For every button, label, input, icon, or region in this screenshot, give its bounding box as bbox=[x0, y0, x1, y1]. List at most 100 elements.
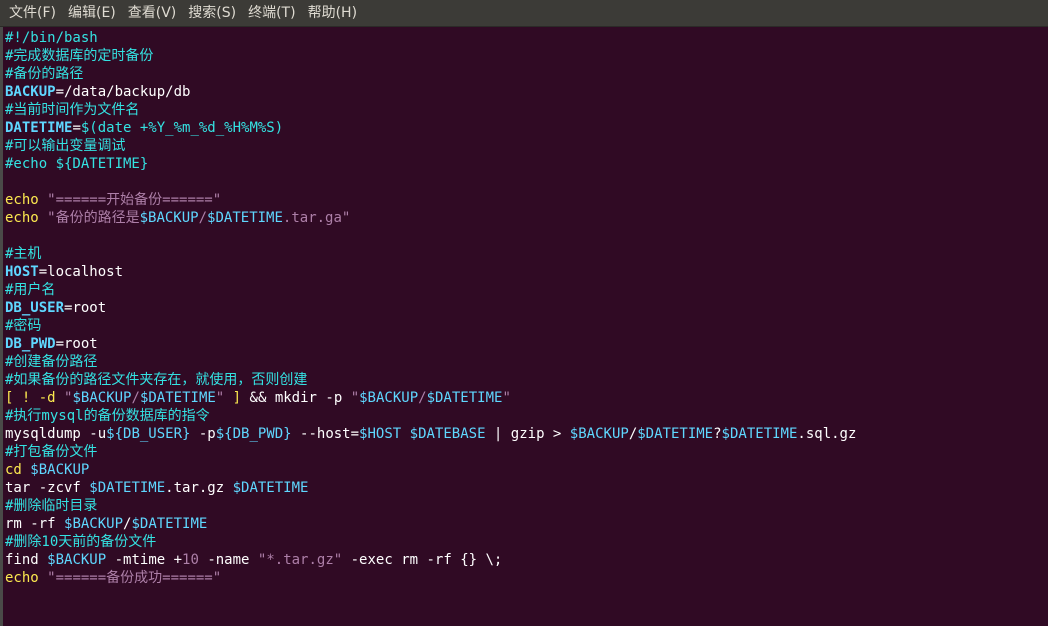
code-token: --host= bbox=[291, 426, 360, 442]
menu-help[interactable]: 帮助(H) bbox=[302, 0, 363, 27]
code-token: / bbox=[628, 426, 638, 442]
code-token: " bbox=[350, 390, 360, 406]
code-token: #如果备份的路径文件夹存在，就使用，否则创建 bbox=[5, 372, 308, 388]
code-token: #echo ${DATETIME} bbox=[5, 156, 149, 172]
code-token: #打包备份文件 bbox=[5, 444, 98, 460]
code-token: #密码 bbox=[5, 318, 42, 334]
code-token: DB_USER bbox=[5, 300, 65, 316]
code-line: find $BACKUP -mtime +10 -name "*.tar.gz"… bbox=[5, 551, 1048, 569]
menu-edit[interactable]: 编辑(E) bbox=[62, 0, 122, 27]
code-token: $BACKUP bbox=[47, 552, 107, 568]
code-token: #完成数据库的定时备份 bbox=[5, 48, 154, 64]
code-line: #可以输出变量调试 bbox=[5, 137, 1048, 155]
code-token: $BACKUP bbox=[64, 516, 124, 532]
code-token: / bbox=[198, 210, 208, 226]
code-line: #打包备份文件 bbox=[5, 443, 1048, 461]
code-token: $DATETIME bbox=[721, 426, 798, 442]
code-line: #echo ${DATETIME} bbox=[5, 155, 1048, 173]
code-line: DB_PWD=root bbox=[5, 335, 1048, 353]
code-line: #用户名 bbox=[5, 281, 1048, 299]
code-token: = bbox=[72, 120, 81, 136]
code-token: $HOST bbox=[359, 426, 402, 442]
menu-view[interactable]: 查看(V) bbox=[122, 0, 183, 27]
script-text[interactable]: #!/bin/bash #完成数据库的定时备份 #备份的路径 BACKUP=/data… bbox=[5, 29, 1048, 587]
code-line: #如果备份的路径文件夹存在，就使用，否则创建 bbox=[5, 371, 1048, 389]
code-token: DATETIME bbox=[5, 120, 73, 136]
code-token: =root bbox=[64, 300, 107, 316]
code-token: $DATETIME bbox=[89, 480, 166, 496]
code-line: #!/bin/bash bbox=[5, 29, 1048, 47]
code-line: echo "备份的路径是$BACKUP/$DATETIME.tar.ga" bbox=[5, 209, 1048, 227]
code-line: #密码 bbox=[5, 317, 1048, 335]
code-token: #用户名 bbox=[5, 282, 56, 298]
code-token: #删除临时目录 bbox=[5, 498, 98, 514]
code-line: #执行mysql的备份数据库的指令 bbox=[5, 407, 1048, 425]
code-token: -d bbox=[38, 390, 56, 406]
code-line: #完成数据库的定时备份 bbox=[5, 47, 1048, 65]
code-token: cd bbox=[5, 462, 22, 478]
menu-terminal[interactable]: 终端(T) bbox=[242, 0, 301, 27]
code-token: $BACKUP bbox=[30, 462, 90, 478]
code-line: HOST=localhost bbox=[5, 263, 1048, 281]
code-token: #备份的路径 bbox=[5, 66, 84, 82]
code-line: echo "======开始备份======" bbox=[5, 191, 1048, 209]
code-line: DB_USER=root bbox=[5, 299, 1048, 317]
code-token: / bbox=[418, 390, 427, 406]
code-token: mysqldump -u bbox=[5, 426, 107, 442]
code-token: $DATETIME bbox=[426, 390, 503, 406]
code-token: $DATETIME bbox=[131, 516, 208, 532]
code-token: $BACKUP bbox=[139, 210, 199, 226]
code-token: DB_PWD bbox=[5, 336, 56, 352]
code-token: " bbox=[502, 390, 511, 406]
terminal-view[interactable]: #!/bin/bash #完成数据库的定时备份 #备份的路径 BACKUP=/data… bbox=[0, 27, 1048, 626]
code-token: .tar.gz bbox=[165, 480, 233, 496]
code-token: && mkdir -p bbox=[241, 390, 351, 406]
menu-file[interactable]: 文件(F) bbox=[0, 0, 62, 27]
code-token: .sql.gz bbox=[797, 426, 857, 442]
code-line: #创建备份路径 bbox=[5, 353, 1048, 371]
code-token: "*.tar.gz" bbox=[257, 552, 343, 568]
code-line: rm -rf $BACKUP/$DATETIME bbox=[5, 515, 1048, 533]
code-token: echo bbox=[5, 192, 39, 208]
code-token: .tar.ga" bbox=[282, 210, 351, 226]
code-token: #创建备份路径 bbox=[5, 354, 98, 370]
code-line: #删除临时目录 bbox=[5, 497, 1048, 515]
code-token: -exec rm -rf {} \; bbox=[342, 552, 503, 568]
code-line: #主机 bbox=[5, 245, 1048, 263]
code-token: ] bbox=[232, 390, 242, 406]
code-token: | gzip > bbox=[485, 426, 570, 442]
menu-search[interactable]: 搜索(S) bbox=[182, 0, 242, 27]
code-token: "======开始备份======" bbox=[47, 192, 222, 208]
code-token: $(date +%Y_%m_%d_%H%M%S) bbox=[80, 120, 284, 136]
code-token: tar -zcvf bbox=[5, 480, 90, 496]
code-line: [ ! -d "$BACKUP/$DATETIME" ] && mkdir -p… bbox=[5, 389, 1048, 407]
code-line: DATETIME=$(date +%Y_%m_%d_%H%M%S) bbox=[5, 119, 1048, 137]
code-token: $BACKUP bbox=[359, 390, 419, 406]
code-token: $DATETIME bbox=[139, 390, 216, 406]
code-token: #删除10天前的备份文件 bbox=[5, 534, 157, 550]
code-token: #执行mysql的备份数据库的指令 bbox=[5, 408, 210, 424]
code-line: #删除10天前的备份文件 bbox=[5, 533, 1048, 551]
code-token: ${DB_USER} bbox=[106, 426, 191, 442]
code-token: echo bbox=[5, 210, 39, 226]
code-token: BACKUP bbox=[5, 84, 56, 100]
code-token: / bbox=[131, 390, 140, 406]
code-token: ? bbox=[713, 426, 722, 442]
code-token: " bbox=[215, 390, 225, 406]
menu-bar: 文件(F) 编辑(E) 查看(V) 搜索(S) 终端(T) 帮助(H) bbox=[0, 0, 1048, 27]
code-line: cd $BACKUP bbox=[5, 461, 1048, 479]
code-line: mysqldump -u${DB_USER} -p${DB_PWD} --hos… bbox=[5, 425, 1048, 443]
code-token: #!/bin/bash bbox=[5, 30, 98, 46]
code-token: rm -rf bbox=[5, 516, 65, 532]
code-token: "备份的路径是 bbox=[47, 210, 140, 226]
code-token: echo bbox=[5, 570, 39, 586]
code-token: $BACKUP bbox=[569, 426, 629, 442]
